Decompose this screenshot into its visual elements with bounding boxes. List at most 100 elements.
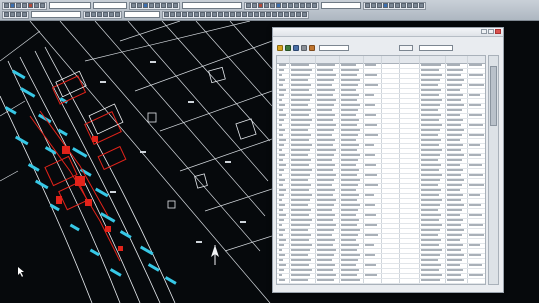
style-combo[interactable] <box>124 11 160 18</box>
maximize-icon[interactable] <box>488 29 494 34</box>
toolbar-combo[interactable] <box>49 2 91 9</box>
tool-button[interactable] <box>91 12 96 17</box>
tool-button[interactable] <box>377 3 382 8</box>
search-input[interactable] <box>419 45 453 51</box>
vertical-scrollbar[interactable] <box>488 55 499 285</box>
tool-button[interactable] <box>258 3 263 8</box>
apply-button[interactable] <box>399 45 413 51</box>
tool-button[interactable] <box>16 12 21 17</box>
tool-button[interactable] <box>282 3 287 8</box>
tool-button[interactable] <box>272 12 277 17</box>
tool-button[interactable] <box>248 12 253 17</box>
tool-button[interactable] <box>252 3 257 8</box>
table-window[interactable] <box>272 27 504 293</box>
tool-button[interactable] <box>371 3 376 8</box>
tool-button[interactable] <box>264 3 269 8</box>
tool-button[interactable] <box>230 12 235 17</box>
tool-button[interactable] <box>236 12 241 17</box>
tool-icon[interactable] <box>285 45 291 51</box>
tool-button[interactable] <box>296 12 301 17</box>
scrollbar-thumb[interactable] <box>490 66 497 126</box>
layer-combo[interactable] <box>31 11 81 18</box>
tool-button[interactable] <box>395 3 400 8</box>
tool-button[interactable] <box>212 12 217 17</box>
table-row[interactable] <box>277 278 485 284</box>
tool-button[interactable] <box>266 12 271 17</box>
tool-button[interactable] <box>137 3 142 8</box>
tool-button[interactable] <box>302 12 307 17</box>
table-cell <box>279 89 286 91</box>
tool-button[interactable] <box>278 12 283 17</box>
tool-button[interactable] <box>312 3 317 8</box>
tool-button[interactable] <box>407 3 412 8</box>
table-cell <box>291 274 310 276</box>
close-icon[interactable] <box>495 29 501 34</box>
tool-button[interactable] <box>300 3 305 8</box>
minimize-icon[interactable] <box>481 29 487 34</box>
data-grid[interactable] <box>276 55 486 285</box>
tool-button[interactable] <box>290 12 295 17</box>
tool-button[interactable] <box>155 3 160 8</box>
tool-button[interactable] <box>4 3 9 8</box>
tool-button[interactable] <box>383 3 388 8</box>
tool-button[interactable] <box>4 12 9 17</box>
tool-button[interactable] <box>365 3 370 8</box>
tool-button[interactable] <box>85 12 90 17</box>
tool-button[interactable] <box>246 3 251 8</box>
window-status-bar <box>276 285 486 290</box>
window-title-bar[interactable] <box>273 28 503 37</box>
tool-button[interactable] <box>131 3 136 8</box>
tool-button[interactable] <box>22 3 27 8</box>
pencil-icon[interactable] <box>277 45 283 51</box>
tool-button[interactable] <box>40 3 45 8</box>
tool-button[interactable] <box>182 12 187 17</box>
tool-button[interactable] <box>16 3 21 8</box>
tool-button[interactable] <box>224 12 229 17</box>
tool-button[interactable] <box>22 12 27 17</box>
tool-button[interactable] <box>294 3 299 8</box>
tool-button[interactable] <box>173 3 178 8</box>
tool-button[interactable] <box>149 3 154 8</box>
tool-button[interactable] <box>115 12 120 17</box>
tool-icon[interactable] <box>293 45 299 51</box>
filter-combo[interactable] <box>319 45 349 51</box>
tool-button[interactable] <box>242 12 247 17</box>
tool-button[interactable] <box>10 3 15 8</box>
tool-button[interactable] <box>284 12 289 17</box>
tool-button[interactable] <box>254 12 259 17</box>
tool-button[interactable] <box>276 3 281 8</box>
table-cell <box>279 159 283 161</box>
tool-button[interactable] <box>143 3 148 8</box>
tool-button[interactable] <box>389 3 394 8</box>
toolbar-combo[interactable] <box>93 2 127 9</box>
tool-button[interactable] <box>419 3 424 8</box>
tool-button[interactable] <box>167 3 172 8</box>
tool-button[interactable] <box>97 12 102 17</box>
tool-button[interactable] <box>288 3 293 8</box>
tool-button[interactable] <box>260 12 265 17</box>
toolbar-combo[interactable] <box>321 2 361 9</box>
tool-button[interactable] <box>401 3 406 8</box>
tool-button[interactable] <box>270 3 275 8</box>
tool-button[interactable] <box>161 3 166 8</box>
tool-button[interactable] <box>176 12 181 17</box>
table-cell <box>279 224 282 226</box>
tool-button[interactable] <box>413 3 418 8</box>
tool-button[interactable] <box>200 12 205 17</box>
tool-button[interactable] <box>306 3 311 8</box>
tool-button[interactable] <box>28 3 33 8</box>
tool-button[interactable] <box>218 12 223 17</box>
tool-button[interactable] <box>170 12 175 17</box>
tool-button[interactable] <box>188 12 193 17</box>
tool-button[interactable] <box>10 12 15 17</box>
tool-button[interactable] <box>103 12 108 17</box>
tool-button[interactable] <box>34 3 39 8</box>
tool-button[interactable] <box>164 12 169 17</box>
tool-button[interactable] <box>109 12 114 17</box>
toolbar-combo[interactable] <box>182 2 242 9</box>
tool-icon[interactable] <box>309 45 315 51</box>
tool-button[interactable] <box>194 12 199 17</box>
table-cell <box>317 79 334 81</box>
tool-button[interactable] <box>206 12 211 17</box>
tool-icon[interactable] <box>301 45 307 51</box>
